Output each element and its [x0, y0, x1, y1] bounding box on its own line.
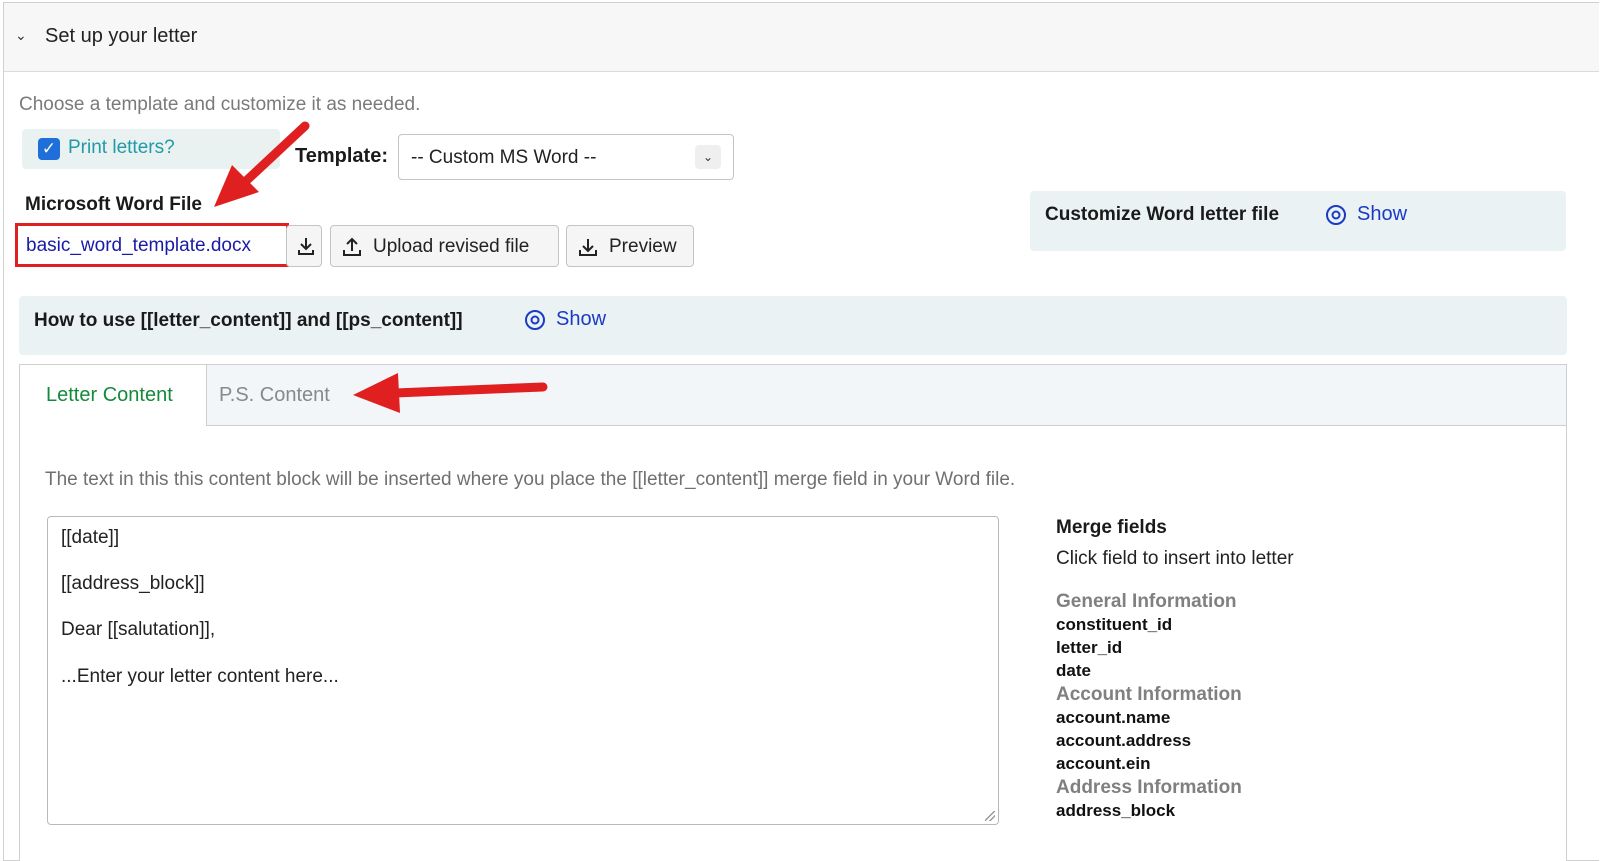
upload-icon [343, 237, 361, 256]
merge-fields-subtitle: Click field to insert into letter [1056, 548, 1294, 569]
editor-line: [[date]] [61, 527, 120, 548]
how-to-use-label: How to use [[letter_content]] and [[ps_c… [34, 310, 463, 331]
content-description: The text in this this content block will… [45, 469, 1016, 490]
download-icon [579, 239, 597, 256]
editor-line: ...Enter your letter content here... [61, 666, 339, 687]
eye-icon [1326, 205, 1346, 225]
merge-field[interactable]: letter_id [1056, 638, 1122, 658]
tab-ps-content-label: P.S. Content [219, 384, 330, 406]
print-letters-checkbox[interactable]: ✓ [38, 138, 60, 160]
merge-field[interactable]: account.address [1056, 731, 1191, 751]
letter-content-editor[interactable]: [[date]] [[address_block]] Dear [[saluta… [47, 516, 999, 825]
eye-icon [525, 310, 545, 330]
merge-fields-title: Merge fields [1056, 517, 1167, 538]
merge-field[interactable]: account.ein [1056, 754, 1150, 774]
template-select[interactable]: -- Custom MS Word -- ⌄ [398, 134, 734, 180]
tab-letter-content[interactable]: Letter Content [20, 365, 207, 426]
chevron-down-icon: ⌄ [695, 145, 721, 169]
resize-handle[interactable] [985, 811, 995, 821]
tab-strip: Letter Content P.S. Content [20, 365, 1566, 426]
merge-group-account: Account Information [1056, 684, 1242, 705]
template-select-value: -- Custom MS Word -- [411, 147, 597, 168]
upload-button-label: Upload revised file [373, 236, 530, 257]
upload-revised-file-button[interactable]: Upload revised file [330, 225, 559, 267]
word-file-label: Microsoft Word File [25, 194, 202, 215]
how-to-use-show-label[interactable]: Show [556, 308, 606, 331]
chevron-down-icon[interactable]: ⌄ [15, 27, 27, 44]
customize-word-file-section: Customize Word letter file Show [1030, 191, 1566, 251]
customize-label: Customize Word letter file [1045, 204, 1280, 225]
content-tabs: Letter Content P.S. Content The text in … [19, 364, 1567, 861]
panel-header[interactable]: ⌄ Set up your letter [4, 3, 1599, 72]
editor-line: [[address_block]] [61, 573, 205, 594]
how-to-use-show-toggle[interactable]: Show [524, 308, 606, 336]
download-file-button[interactable] [286, 225, 322, 267]
customize-show-label[interactable]: Show [1357, 203, 1407, 226]
download-icon [298, 238, 314, 255]
print-letters-toggle[interactable]: ✓ Print letters? [22, 129, 280, 169]
merge-field[interactable]: account.name [1056, 708, 1170, 728]
customize-show-toggle[interactable]: Show [1325, 203, 1407, 231]
merge-group-general: General Information [1056, 591, 1237, 612]
panel-title: Set up your letter [45, 25, 198, 47]
intro-text: Choose a template and customize it as ne… [19, 94, 421, 115]
tab-ps-content[interactable]: P.S. Content [208, 365, 368, 425]
merge-field[interactable]: date [1056, 661, 1091, 681]
template-label: Template: [295, 145, 388, 167]
how-to-use-section: How to use [[letter_content]] and [[ps_c… [19, 296, 1567, 355]
word-file-link[interactable]: basic_word_template.docx [26, 235, 251, 257]
print-letters-label[interactable]: Print letters? [68, 137, 175, 159]
merge-field[interactable]: constituent_id [1056, 615, 1172, 635]
editor-line: Dear [[salutation]], [61, 619, 216, 640]
merge-group-address: Address Information [1056, 777, 1242, 798]
merge-field[interactable]: address_block [1056, 801, 1175, 821]
word-file-highlight: basic_word_template.docx [15, 223, 289, 267]
tab-letter-content-label: Letter Content [46, 384, 173, 406]
preview-button-label: Preview [609, 236, 677, 257]
preview-button[interactable]: Preview [566, 225, 694, 267]
